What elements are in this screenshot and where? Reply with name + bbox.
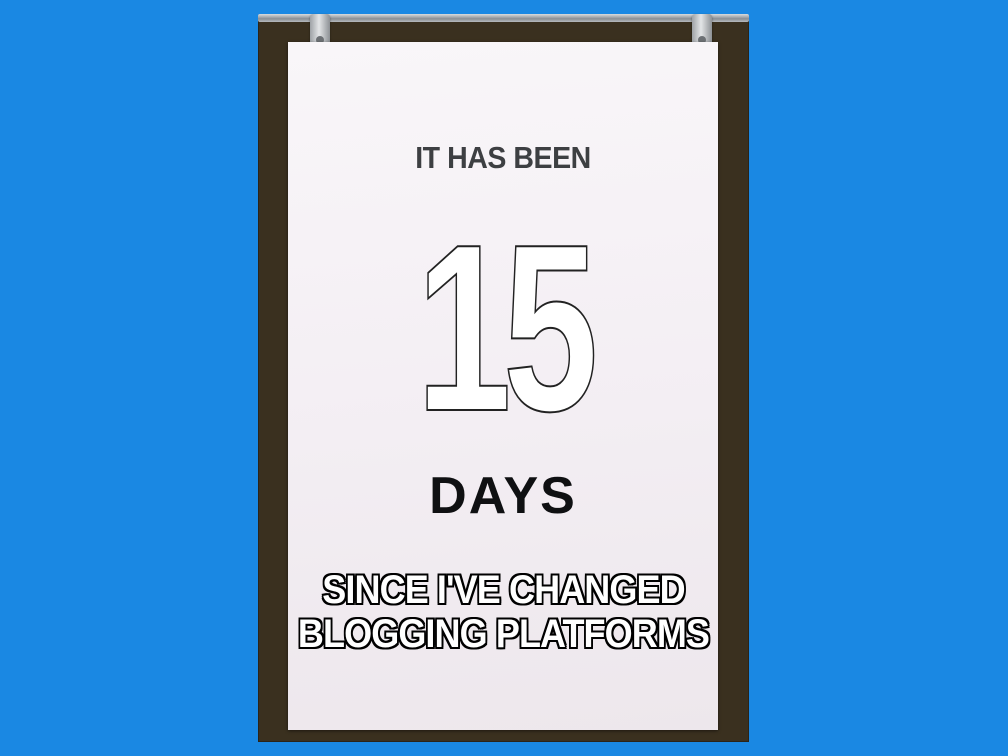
caption-line-1: SINCE I'VE CHANGED [322,568,685,612]
day-count: 15 [416,196,599,461]
caption-line-2: BLOGGING PLATFORMS [297,612,710,656]
meme-caption: SINCE I'VE CHANGED BLOGGING PLATFORMS [283,568,725,656]
hanging-rod [258,14,749,22]
sign-unit: DAYS [429,467,577,525]
sign-heading: IT HAS BEEN [415,140,591,175]
